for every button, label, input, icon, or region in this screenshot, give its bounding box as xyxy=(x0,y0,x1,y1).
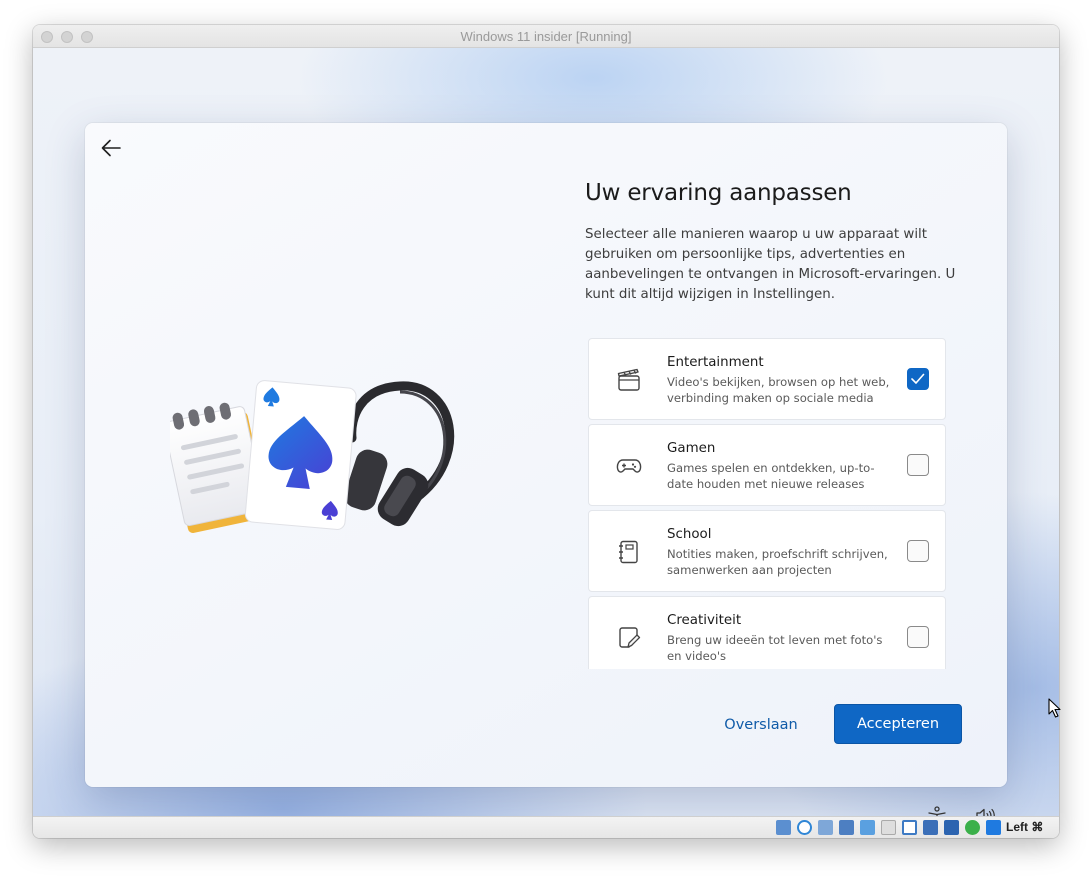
title-bar[interactable]: Windows 11 insider [Running] xyxy=(33,25,1059,48)
option-entertainment[interactable]: Entertainment Video's bekijken, browsen … xyxy=(588,338,946,420)
page-title: Uw ervaring aanpassen xyxy=(585,180,852,206)
virtualization-icon[interactable] xyxy=(944,820,959,835)
audio-icon[interactable] xyxy=(818,820,833,835)
window-title: Windows 11 insider [Running] xyxy=(460,29,632,44)
option-title: School xyxy=(667,527,712,542)
option-description: Games spelen en ontdekken, up-to-date ho… xyxy=(667,461,875,491)
creativity-checkbox[interactable] xyxy=(907,626,929,648)
accept-button[interactable]: Accepteren xyxy=(834,704,962,744)
option-list[interactable]: Entertainment Video's bekijken, browsen … xyxy=(588,338,946,669)
mouse-cursor-icon xyxy=(1048,698,1061,718)
option-description: Notities maken, proefschrift schrijven, … xyxy=(667,547,888,577)
headphones-icon xyxy=(344,381,455,527)
gaming-checkbox[interactable] xyxy=(907,454,929,476)
recording-icon[interactable] xyxy=(923,820,938,835)
option-description: Breng uw ideeën tot leven met foto's en … xyxy=(667,633,883,663)
clapperboard-icon xyxy=(617,368,640,391)
sticky-note-pen-icon xyxy=(619,627,641,648)
network-icon[interactable] xyxy=(839,820,854,835)
option-creativity[interactable]: Creativiteit Breng uw ideeën tot leven m… xyxy=(588,596,946,669)
optical-drive-icon[interactable] xyxy=(797,820,812,835)
skip-button[interactable]: Overslaan xyxy=(713,705,809,745)
page-description: Selecteer alle manieren waarop u uw appa… xyxy=(585,227,956,302)
option-gaming[interactable]: Gamen Games spelen en ontdekken, up-to-d… xyxy=(588,424,946,506)
playing-card-icon xyxy=(244,380,357,530)
option-description: Video's bekijken, browsen op het web, ve… xyxy=(667,375,890,405)
entertainment-checkbox[interactable] xyxy=(907,368,929,390)
hard-disk-icon[interactable] xyxy=(776,820,791,835)
back-button[interactable] xyxy=(99,136,123,160)
virtualbox-window: Windows 11 insider [Running] Uw ervaring… xyxy=(33,25,1059,838)
vm-status-bar: Left ⌘ xyxy=(33,816,1059,838)
usb-icon[interactable] xyxy=(860,820,875,835)
option-title: Creativiteit xyxy=(667,613,742,628)
shared-folders-icon[interactable] xyxy=(881,820,896,835)
download-icon[interactable] xyxy=(986,820,1001,835)
back-arrow-icon xyxy=(101,139,121,157)
vm-display: Uw ervaring aanpassen Selecteer alle man… xyxy=(33,48,1059,826)
option-title: Gamen xyxy=(667,441,716,456)
guest-additions-icon[interactable] xyxy=(965,820,980,835)
display-icon[interactable] xyxy=(902,820,917,835)
host-key-label: Left ⌘ xyxy=(1006,820,1044,834)
gamepad-icon xyxy=(616,459,642,473)
option-school[interactable]: School Notities maken, proefschrift schr… xyxy=(588,510,946,592)
checkmark-icon xyxy=(911,373,925,384)
option-title: Entertainment xyxy=(667,355,764,370)
entertainment-illustration xyxy=(170,380,455,533)
oobe-dialog: Uw ervaring aanpassen Selecteer alle man… xyxy=(85,123,1007,787)
notebook-icon xyxy=(619,540,638,564)
school-checkbox[interactable] xyxy=(907,540,929,562)
